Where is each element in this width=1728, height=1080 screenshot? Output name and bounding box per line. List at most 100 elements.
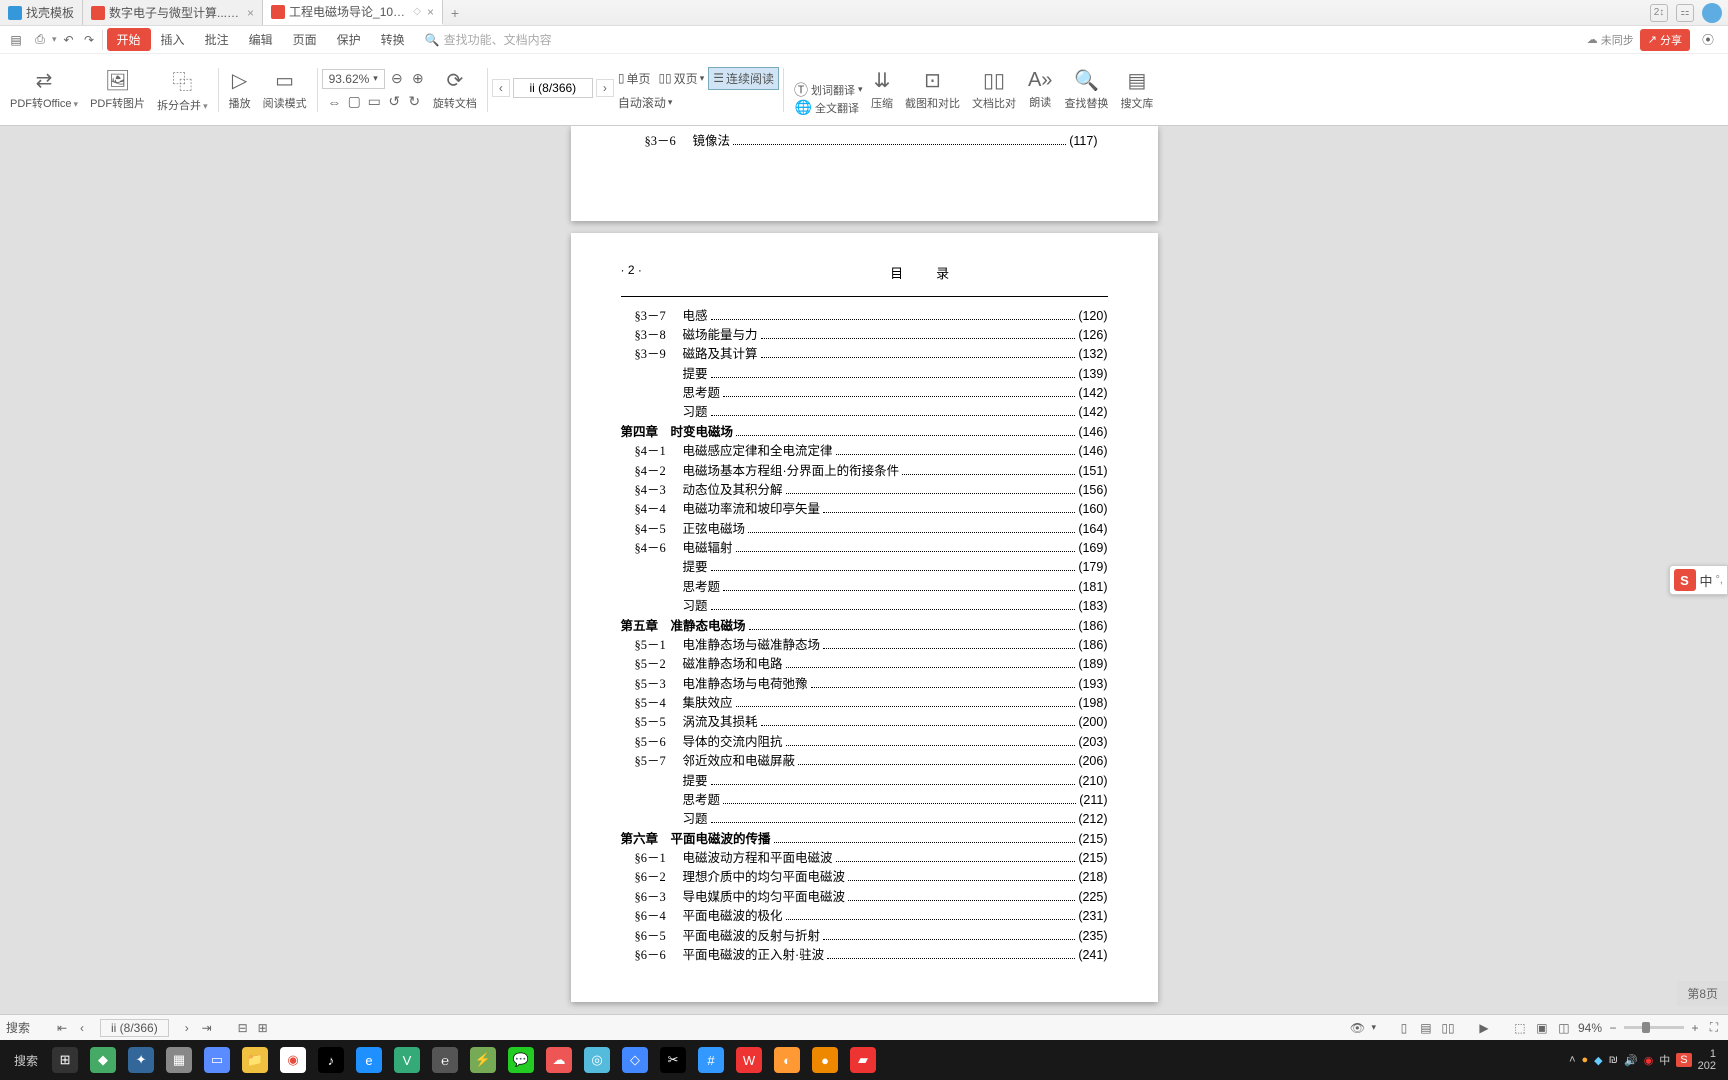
- share-button[interactable]: ↗分享: [1640, 29, 1690, 51]
- document-area[interactable]: §3－6 镜像法 (117) · 2 · 目 录 §3－7电感(120)§3－8…: [0, 126, 1728, 1014]
- menu-insert[interactable]: 插入: [151, 28, 195, 51]
- new-tab-button[interactable]: +: [443, 5, 467, 21]
- menu-page[interactable]: 页面: [283, 28, 327, 51]
- task-app-16[interactable]: ▰: [844, 1041, 882, 1079]
- tray-network-icon[interactable]: ₪: [1609, 1054, 1618, 1066]
- task-wechat[interactable]: 💬: [502, 1041, 540, 1079]
- more-icon[interactable]: ⦿: [1698, 30, 1718, 50]
- fit1-icon[interactable]: ⬚: [1512, 1020, 1528, 1036]
- view3-icon[interactable]: ▯▯: [1440, 1020, 1456, 1036]
- task-chrome[interactable]: ◉: [274, 1041, 312, 1079]
- taskbar-search[interactable]: 搜索: [6, 1052, 46, 1069]
- eye-icon[interactable]: 👁: [1349, 1020, 1365, 1036]
- tray-chevron[interactable]: ˄: [1569, 1054, 1575, 1066]
- menu-edit[interactable]: 编辑: [239, 28, 283, 51]
- ime-indicator[interactable]: S 中 °,: [1669, 565, 1728, 595]
- last-page-button[interactable]: ⇥: [199, 1020, 215, 1036]
- rotate-left-icon[interactable]: ↺: [385, 93, 403, 111]
- view2-icon[interactable]: ▤: [1418, 1020, 1434, 1036]
- tab-template[interactable]: 找壳模板: [0, 0, 83, 25]
- continuous-read-button[interactable]: ☰连续阅读: [708, 67, 779, 90]
- next-page-button[interactable]: ›: [179, 1020, 195, 1036]
- menu-protect[interactable]: 保护: [327, 28, 371, 51]
- play-button[interactable]: ▷播放: [223, 60, 257, 120]
- next-page-button[interactable]: ›: [596, 79, 614, 97]
- menu-start[interactable]: 开始: [107, 28, 151, 51]
- single-page-button[interactable]: ▯单页: [614, 67, 655, 90]
- avatar[interactable]: [1702, 3, 1722, 23]
- auto-scroll-button[interactable]: 自动滚动▾: [614, 92, 677, 113]
- zoom-out-icon[interactable]: ⊖: [388, 70, 406, 88]
- undo-icon[interactable]: ↶: [59, 30, 79, 50]
- zoom-slider[interactable]: [1624, 1026, 1684, 1029]
- tray-volume-icon[interactable]: 🔊: [1624, 1054, 1638, 1067]
- zoom-minus-button[interactable]: −: [1605, 1020, 1621, 1036]
- task-taskview[interactable]: ⊞: [46, 1041, 84, 1079]
- read-aloud-button[interactable]: A»朗读: [1022, 60, 1058, 120]
- tab-pdf-active[interactable]: 工程电磁场导论_10474619.pdf◇×: [263, 0, 443, 25]
- task-app-3[interactable]: ▦: [160, 1041, 198, 1079]
- pin-icon[interactable]: ◇: [413, 6, 421, 17]
- task-app-8[interactable]: ☁: [540, 1041, 578, 1079]
- new-doc-icon[interactable]: ▤: [6, 30, 26, 50]
- tray-ime[interactable]: 中: [1659, 1052, 1670, 1068]
- rotate-doc-button[interactable]: ⟳旋转文档: [427, 60, 483, 120]
- window-mode-icon[interactable]: 2↕: [1650, 4, 1668, 22]
- zoom-value[interactable]: 93.62%▾: [322, 69, 385, 89]
- play-icon[interactable]: ▶: [1476, 1020, 1492, 1036]
- task-app-13[interactable]: W: [730, 1041, 768, 1079]
- task-app-15[interactable]: ●: [806, 1041, 844, 1079]
- close-icon[interactable]: ×: [247, 6, 254, 20]
- task-app-5[interactable]: V: [388, 1041, 426, 1079]
- task-app-9[interactable]: ◎: [578, 1041, 616, 1079]
- screenshot-compare-button[interactable]: ⊡截图和对比: [899, 60, 966, 120]
- close-icon[interactable]: ×: [427, 5, 434, 19]
- fit2-icon[interactable]: ▣: [1534, 1020, 1550, 1036]
- split-merge-button[interactable]: ⿻拆分合并: [151, 60, 214, 120]
- page-input[interactable]: [513, 78, 593, 98]
- prev-page-button[interactable]: ‹: [74, 1020, 90, 1036]
- task-tiktok[interactable]: ♪: [312, 1041, 350, 1079]
- pdf-to-image-button[interactable]: 🖼PDF转图片: [84, 60, 151, 120]
- sync-button[interactable]: ☁未同步: [1587, 32, 1634, 48]
- page-display[interactable]: ii (8/366): [100, 1019, 169, 1037]
- fullscreen-icon[interactable]: ⛶: [1706, 1020, 1722, 1036]
- tray-icon[interactable]: ◉: [1644, 1054, 1654, 1067]
- full-translate-button[interactable]: 🌐全文翻译: [789, 99, 865, 116]
- menu-convert[interactable]: 转换: [371, 28, 415, 51]
- task-app-7[interactable]: ⚡: [464, 1041, 502, 1079]
- tray-icon[interactable]: ◆: [1594, 1054, 1602, 1067]
- task-app-11[interactable]: ✂: [654, 1041, 692, 1079]
- pdf-to-office-button[interactable]: ⇄PDF转Office: [4, 60, 84, 120]
- apps-icon[interactable]: ⚏: [1676, 4, 1694, 22]
- task-app-6[interactable]: ℮: [426, 1041, 464, 1079]
- tray-icon[interactable]: ●: [1582, 1054, 1589, 1066]
- task-app-4[interactable]: ▭: [198, 1041, 236, 1079]
- rotate-right-icon[interactable]: ↻: [405, 93, 423, 111]
- compress-button[interactable]: ⇊压缩: [865, 60, 899, 120]
- fit-page-icon[interactable]: ▢: [345, 93, 363, 111]
- task-edge[interactable]: e: [350, 1041, 388, 1079]
- first-page-button[interactable]: ⇤: [54, 1020, 70, 1036]
- task-app-2[interactable]: ✦: [122, 1041, 160, 1079]
- prev-page-button[interactable]: ‹: [492, 79, 510, 97]
- print-icon[interactable]: ⎙: [30, 30, 50, 50]
- read-mode-button[interactable]: ▭阅读模式: [257, 60, 313, 120]
- task-app-14[interactable]: ◐: [768, 1041, 806, 1079]
- tray-icon[interactable]: S: [1676, 1053, 1691, 1067]
- fit-width-icon[interactable]: ⇔: [325, 93, 343, 111]
- task-app-12[interactable]: #: [692, 1041, 730, 1079]
- actual-size-icon[interactable]: ▭: [365, 93, 383, 111]
- tray-time[interactable]: 1: [1698, 1048, 1716, 1060]
- tab-pdf-1[interactable]: 数字电子与微型计算...96638.pdf×: [83, 0, 263, 25]
- search-box[interactable]: 🔍 查找功能、文档内容: [425, 31, 552, 48]
- find-replace-button[interactable]: 🔍查找替换: [1058, 60, 1114, 120]
- fit3-icon[interactable]: ◫: [1556, 1020, 1572, 1036]
- doc-compare-button[interactable]: ▯▯文档比对: [966, 60, 1022, 120]
- task-explorer[interactable]: 📁: [236, 1041, 274, 1079]
- doc-library-button[interactable]: ▤搜文库: [1114, 60, 1159, 120]
- double-page-button[interactable]: ▯▯双页▾: [654, 67, 708, 90]
- zoom-in-small-button[interactable]: ⊞: [255, 1020, 271, 1036]
- zoom-plus-button[interactable]: +: [1687, 1020, 1703, 1036]
- zoom-in-icon[interactable]: ⊕: [409, 70, 427, 88]
